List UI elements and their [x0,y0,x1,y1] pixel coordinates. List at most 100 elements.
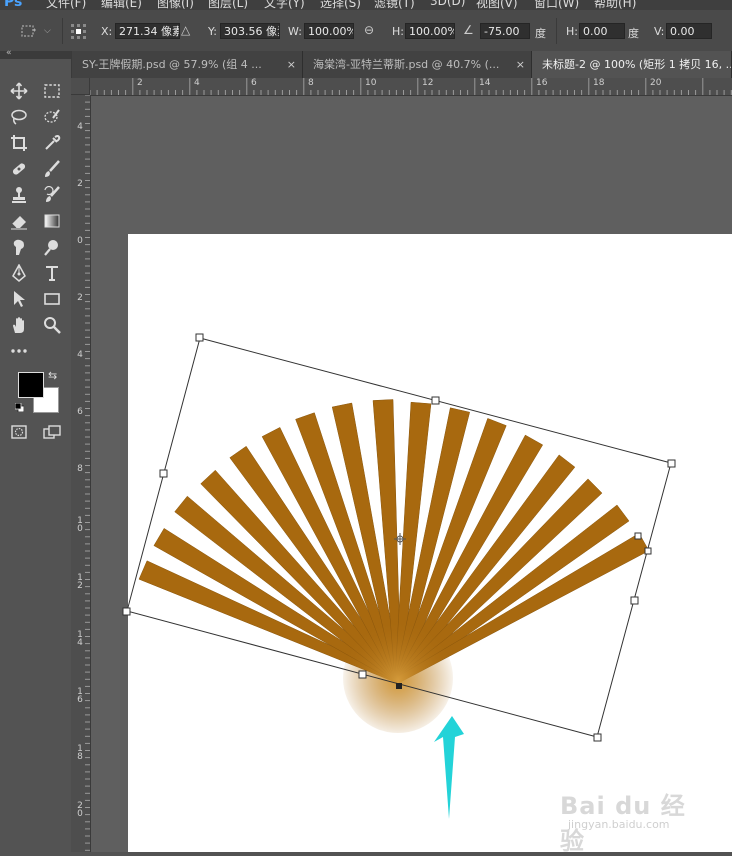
menu-select[interactable]: 选择(S) [320,0,361,10]
options-bar: ⌵ X: 271.34 像素 △ Y: 303.56 像素 W: 100.00%… [0,10,732,52]
app-logo[interactable]: Ps [4,0,22,10]
tab-document-2[interactable]: 海棠湾-亚特兰蒂斯.psd @ 40.7% (... × [303,51,532,78]
angle-unit: 度 [535,27,546,40]
chevron-down-icon[interactable]: ⌵ [44,26,51,36]
ruler-label: 14 [479,78,491,88]
tab-label: 海棠湾-亚特兰蒂斯.psd @ 40.7% (... [313,58,500,71]
eyedropper-icon[interactable] [40,132,64,154]
ruler-label: 20 [650,78,662,88]
menu-edit[interactable]: 编辑(E) [101,0,142,10]
screen-mode-icon[interactable] [40,421,64,443]
type-icon[interactable] [40,262,64,284]
clone-stamp-icon[interactable] [7,184,31,206]
tab-document-1[interactable]: SY-王牌假期.psd @ 57.9% (组 4 ... × [72,51,303,78]
y-label: Y: [208,25,217,38]
transform-handle[interactable] [159,469,168,478]
w-field[interactable]: 100.00% [304,23,354,39]
hskew-label: H: [566,25,578,38]
transform-handle[interactable] [358,670,367,679]
lasso-icon[interactable] [7,106,31,128]
ruler-label: 0 [77,236,83,246]
tools-panel: « ⇆ [0,48,72,852]
ruler-origin[interactable] [71,78,90,95]
quick-select-icon[interactable] [40,106,64,128]
history-brush-icon[interactable] [40,184,64,206]
close-icon[interactable]: × [516,51,525,78]
divider [62,18,63,44]
eraser-icon[interactable] [7,210,31,232]
ruler-label: 4 [194,78,200,88]
gradient-icon[interactable] [40,210,64,232]
rectangle-icon[interactable] [40,288,64,310]
x-field[interactable]: 271.34 像素 [115,23,180,39]
transform-handle[interactable] [431,396,440,405]
ruler-label: 2 [77,293,83,303]
ruler-label: 8 [77,464,83,474]
menu-image[interactable]: 图像(I) [157,0,194,10]
pen-icon[interactable] [7,262,31,284]
path-select-icon[interactable] [7,288,31,310]
brush-icon[interactable] [40,158,64,180]
quick-mask-icon[interactable] [7,421,31,443]
default-colors-icon[interactable] [14,402,25,413]
transform-handle[interactable] [634,532,642,540]
crop-icon[interactable] [7,132,31,154]
menu-filter[interactable]: 滤镜(T) [374,0,415,10]
h-field[interactable]: 100.00% [405,23,455,39]
document-canvas[interactable] [128,234,732,852]
transform-handle[interactable] [593,733,602,742]
watermark-logo: Bai du 经验 jingyan.baidu.com [560,786,700,855]
close-icon[interactable]: × [287,51,296,78]
ruler-label: 12 [77,573,83,591]
menu-view[interactable]: 视图(V) [476,0,518,10]
panel-header[interactable]: « [0,48,71,59]
foreground-color-swatch[interactable] [18,372,44,398]
transform-handle[interactable] [195,333,204,342]
vskew-label: V: [654,25,665,38]
swap-colors-icon[interactable]: ⇆ [48,369,57,382]
ruler-label: 10 [77,516,83,534]
link-icon[interactable]: ⊖ [364,23,374,37]
horizontal-ruler[interactable]: 2 4 6 8 10 12 14 16 18 20 [90,78,732,96]
transform-handle[interactable] [644,547,652,555]
reference-point-icon[interactable] [66,20,90,42]
delta-icon[interactable]: △ [181,23,190,37]
dodge-icon[interactable] [40,236,64,258]
x-label: X: [101,25,113,38]
menu-layer[interactable]: 图层(L) [208,0,248,10]
divider [556,18,557,44]
menu-bar: Ps 文件(F) 编辑(E) 图像(I) 图层(L) 文字(Y) 选择(S) 滤… [0,0,732,10]
transform-handle[interactable] [667,459,676,468]
transform-handle[interactable] [122,607,131,616]
ruler-label: 14 [77,630,83,648]
tab-document-3[interactable]: 未标题-2 @ 100% (矩形 1 拷贝 16, ... [532,51,732,78]
menu-help[interactable]: 帮助(H) [594,0,636,10]
angle-field[interactable]: -75.00 [480,23,530,39]
w-label: W: [288,25,302,38]
hand-icon[interactable] [7,314,31,336]
menu-window[interactable]: 窗口(W) [534,0,579,10]
marquee-icon[interactable] [40,80,64,102]
vertical-ruler[interactable]: 4 2 0 2 4 6 8 10 12 14 16 18 20 [71,95,91,852]
transform-handle[interactable] [630,596,639,605]
ruler-label: 2 [77,179,83,189]
healing-brush-icon[interactable] [7,158,31,180]
ruler-ticks [90,78,732,95]
menu-3d[interactable]: 3D(D) [430,0,465,8]
hskew-unit: 度 [628,27,639,40]
collapse-icon[interactable]: « [6,48,12,58]
transform-preset-icon[interactable] [16,20,40,42]
zoom-icon[interactable] [40,314,64,336]
more-icon[interactable] [7,340,31,362]
ruler-label: 18 [77,744,83,762]
y-field[interactable]: 303.56 像素 [220,23,280,39]
vskew-field[interactable]: 0.00 [666,23,712,39]
menu-type[interactable]: 文字(Y) [264,0,305,10]
ruler-label: 20 [77,801,83,819]
ruler-label: 6 [77,407,83,417]
smudge-icon[interactable] [7,236,31,258]
hskew-field[interactable]: 0.00 [579,23,625,39]
menu-file[interactable]: 文件(F) [46,0,86,10]
move-icon[interactable] [7,80,31,102]
h-label: H: [392,25,404,38]
